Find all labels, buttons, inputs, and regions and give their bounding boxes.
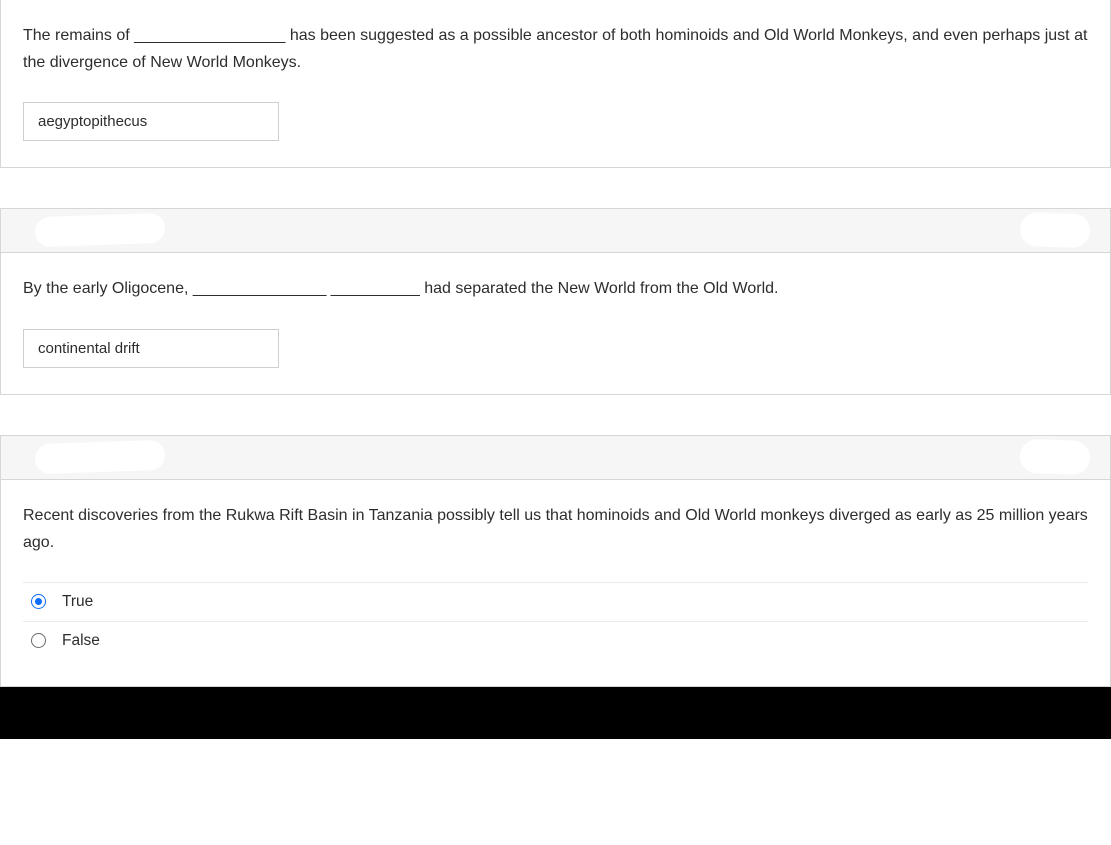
question-card-2: By the early Oligocene, _______________ …	[0, 208, 1111, 394]
radio-true[interactable]	[31, 594, 46, 609]
redaction-scribble	[35, 213, 166, 248]
question-body-3: Recent discoveries from the Rukwa Rift B…	[1, 480, 1110, 686]
redaction-scribble	[1019, 212, 1090, 248]
answer-input-2[interactable]	[23, 329, 279, 368]
bottom-black-bar	[0, 687, 1111, 739]
question-header-3	[1, 436, 1110, 480]
answer-input-1[interactable]	[23, 102, 279, 141]
question-card-1: The remains of _________________ has bee…	[0, 0, 1111, 168]
question-prompt-3: Recent discoveries from the Rukwa Rift B…	[23, 502, 1088, 556]
choice-row-false[interactable]: False	[23, 622, 1088, 660]
choice-list: True False	[23, 582, 1088, 660]
card-gap	[0, 395, 1111, 435]
question-header-2	[1, 209, 1110, 253]
question-card-3: Recent discoveries from the Rukwa Rift B…	[0, 435, 1111, 687]
choice-label-true: True	[62, 593, 93, 611]
radio-false[interactable]	[31, 633, 46, 648]
redaction-scribble	[1019, 438, 1090, 474]
choice-row-true[interactable]: True	[23, 582, 1088, 622]
question-prompt-2: By the early Oligocene, _______________ …	[23, 275, 1088, 302]
choice-label-false: False	[62, 632, 100, 650]
card-gap	[0, 168, 1111, 208]
redaction-scribble	[35, 439, 166, 474]
quiz-page: The remains of _________________ has bee…	[0, 0, 1111, 739]
question-body-2: By the early Oligocene, _______________ …	[1, 253, 1110, 393]
question-body-1: The remains of _________________ has bee…	[1, 0, 1110, 167]
question-prompt-1: The remains of _________________ has bee…	[23, 22, 1088, 76]
